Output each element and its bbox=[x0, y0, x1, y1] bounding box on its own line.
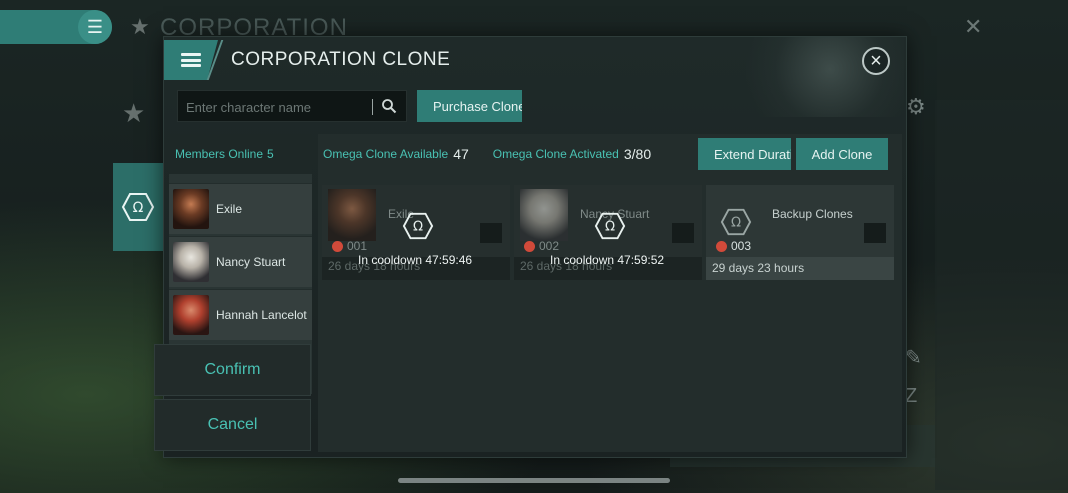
members-online-label: Members Online bbox=[175, 147, 264, 161]
svg-text:Ω: Ω bbox=[605, 220, 615, 235]
omega-activated-value: 3/80 bbox=[623, 146, 652, 162]
confirm-button[interactable]: Confirm bbox=[154, 344, 311, 396]
background-close-icon[interactable]: ✕ bbox=[964, 14, 982, 40]
member-item[interactable]: Hannah Lancelot bbox=[169, 289, 312, 340]
avatar bbox=[328, 189, 376, 241]
corp-star-icon: ★ bbox=[130, 14, 150, 39]
clone-slot-icon bbox=[480, 223, 502, 243]
search-field bbox=[177, 90, 407, 123]
cancel-button[interactable]: Cancel bbox=[154, 399, 311, 451]
home-indicator bbox=[398, 478, 670, 483]
background-right-panel bbox=[935, 100, 1068, 490]
dialog-header: CORPORATION CLONE × bbox=[164, 37, 906, 81]
avatar bbox=[173, 295, 209, 335]
omega-available-value: 47 bbox=[453, 146, 469, 162]
members-online-header: Members Online 5 bbox=[169, 134, 312, 174]
omega-badge-icon bbox=[332, 240, 343, 252]
clone-card[interactable]: Exile 001 26 days 18 hours Ω In cooldown… bbox=[322, 185, 510, 280]
clone-stats: Omega Clone Available 47 Omega Clone Act… bbox=[323, 134, 651, 174]
omega-badge-icon bbox=[716, 240, 727, 252]
menu-icon: ☰ bbox=[78, 10, 112, 44]
omega-available-label: Omega Clone Available bbox=[323, 147, 449, 161]
member-item[interactable]: Nancy Stuart bbox=[169, 236, 312, 287]
hamburger-icon bbox=[181, 53, 201, 67]
omega-clone-icon: Ω bbox=[720, 208, 752, 236]
svg-text:Ω: Ω bbox=[413, 220, 423, 235]
member-name: Exile bbox=[216, 202, 243, 216]
omega-badge-icon bbox=[524, 240, 535, 252]
clone-slot-icon bbox=[864, 223, 886, 243]
members-online-count: 5 bbox=[267, 147, 274, 161]
member-item[interactable]: Exile bbox=[169, 183, 312, 234]
add-clone-button[interactable]: Add Clone bbox=[796, 138, 888, 170]
extend-duration-button[interactable]: Extend Duration bbox=[698, 138, 791, 170]
clone-side-tab[interactable]: Ω bbox=[113, 163, 163, 251]
clone-number: 002 bbox=[524, 239, 559, 253]
clone-number-text: 002 bbox=[539, 239, 560, 253]
corporation-clone-dialog: CORPORATION CLONE × Purchase Clone Membe… bbox=[154, 36, 907, 458]
cooldown-text: In cooldown 47:59:46 bbox=[358, 253, 473, 267]
clone-card[interactable]: Ω Backup Clones 003 29 days 23 hours bbox=[706, 185, 894, 280]
member-name: Hannah Lancelot bbox=[216, 308, 307, 322]
search-separator bbox=[372, 99, 373, 115]
clone-number: 001 bbox=[332, 239, 367, 253]
search-icon[interactable] bbox=[381, 98, 397, 114]
search-input[interactable] bbox=[184, 91, 368, 123]
clone-name: Backup Clones bbox=[772, 207, 853, 221]
clone-duration: 29 days 23 hours bbox=[712, 261, 805, 275]
dialog-title: CORPORATION CLONE bbox=[231, 49, 451, 70]
omega-clone-icon: Ω bbox=[402, 212, 434, 240]
purchase-clone-button[interactable]: Purchase Clone bbox=[417, 90, 522, 122]
corp-member-icon: ★ bbox=[122, 98, 146, 128]
clone-number-text: 001 bbox=[347, 239, 368, 253]
svg-text:Ω: Ω bbox=[731, 216, 741, 231]
avatar bbox=[520, 189, 568, 241]
edit-icon[interactable]: ✎ bbox=[905, 345, 922, 370]
avatar bbox=[173, 242, 209, 282]
omega-activated-label: Omega Clone Activated bbox=[492, 147, 619, 161]
clone-number-text: 003 bbox=[731, 239, 752, 253]
svg-text:Ω: Ω bbox=[133, 200, 144, 216]
background-menu-button[interactable]: ☰ bbox=[0, 10, 112, 44]
close-icon[interactable]: × bbox=[862, 47, 890, 75]
cooldown-text: In cooldown 47:59:52 bbox=[550, 253, 665, 267]
clone-slot-icon bbox=[672, 223, 694, 243]
clone-number: 003 bbox=[716, 239, 751, 253]
clone-panel: Omega Clone Available 47 Omega Clone Act… bbox=[318, 134, 902, 452]
omega-clone-icon: Ω bbox=[121, 193, 155, 221]
gear-icon[interactable]: ⚙ bbox=[906, 94, 926, 120]
omega-clone-icon: Ω bbox=[594, 212, 626, 240]
member-name: Nancy Stuart bbox=[216, 255, 286, 269]
clone-card[interactable]: Nancy Stuart 002 26 days 18 hours Ω In c… bbox=[514, 185, 702, 280]
avatar bbox=[173, 189, 209, 229]
